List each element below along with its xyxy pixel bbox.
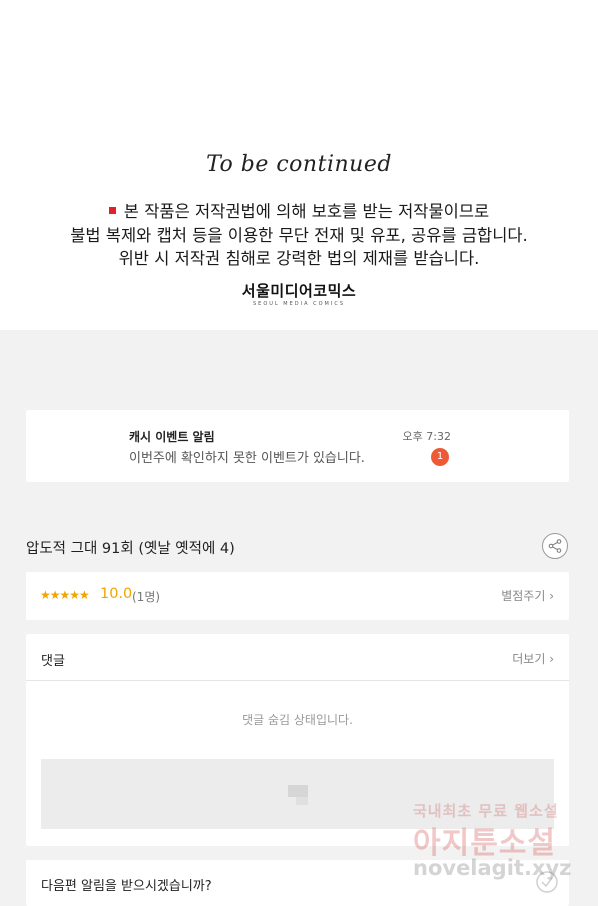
copyright-notice: 본 작품은 저작권법에 의해 보호를 받는 저작물이므로 불법 복제와 캡처 등… — [0, 200, 598, 271]
share-button[interactable] — [542, 533, 568, 559]
to-be-continued-text: To be continued — [206, 152, 392, 177]
publisher-name: 서울미디어코믹스 — [241, 282, 357, 300]
rating-count: (1명) — [132, 590, 161, 604]
rating-score: 10.0 — [100, 586, 133, 602]
event-count-badge: 1 — [431, 448, 449, 466]
event-title: 캐시 이벤트 알림 — [129, 430, 215, 444]
notice-line-1: 본 작품은 저작권법에 의해 보호를 받는 저작물이므로 — [0, 200, 598, 224]
rate-button[interactable]: 별점주기 › — [501, 587, 554, 604]
next-episode-notify[interactable]: 다음편 알림을 받으시겠습니까? — [26, 860, 569, 906]
episode-end-banner: To be continued 본 작품은 저작권법에 의해 보호를 받는 저작… — [0, 0, 598, 330]
comment-header: 댓글 더보기 › — [26, 634, 569, 681]
star-rating: ★★★★★ — [40, 588, 90, 602]
comments-hidden-note: 댓글 숨김 상태입니다. — [242, 713, 353, 727]
rating-card: ★★★★★ 10.0 (1명) 별점주기 › — [26, 572, 569, 620]
event-time: 오후 7:32 — [402, 430, 451, 443]
notice-line-3: 위반 시 저작권 침해로 강력한 법의 제재를 받습니다. — [118, 249, 480, 268]
image-placeholder-icon — [288, 785, 308, 805]
event-notification[interactable]: 캐시 이벤트 알림 오후 7:32 이번주에 확인하지 못한 이벤트가 있습니다… — [26, 410, 569, 482]
episode-title: 압도적 그대 91회 (옛날 옛적에 4) — [26, 541, 235, 557]
more-comments-link[interactable]: 더보기 › — [512, 650, 554, 667]
ad-placeholder — [41, 759, 554, 829]
publisher-logo: 서울미디어코믹스 SEOUL MEDIA COMICS — [0, 280, 598, 307]
share-icon — [548, 539, 562, 553]
notice-line-2: 불법 복제와 캡처 등을 이용한 무단 전재 및 유포, 공유를 금합니다. — [70, 225, 528, 245]
publisher-sub: SEOUL MEDIA COMICS — [253, 301, 345, 307]
red-square-icon — [108, 207, 116, 214]
notify-question: 다음편 알림을 받으시겠습니까? — [41, 879, 212, 894]
comment-title: 댓글 — [41, 654, 65, 669]
event-message: 이번주에 확인하지 못한 이벤트가 있습니다. — [129, 451, 365, 466]
comment-section: 댓글 더보기 › 댓글 숨김 상태입니다. — [26, 634, 569, 846]
